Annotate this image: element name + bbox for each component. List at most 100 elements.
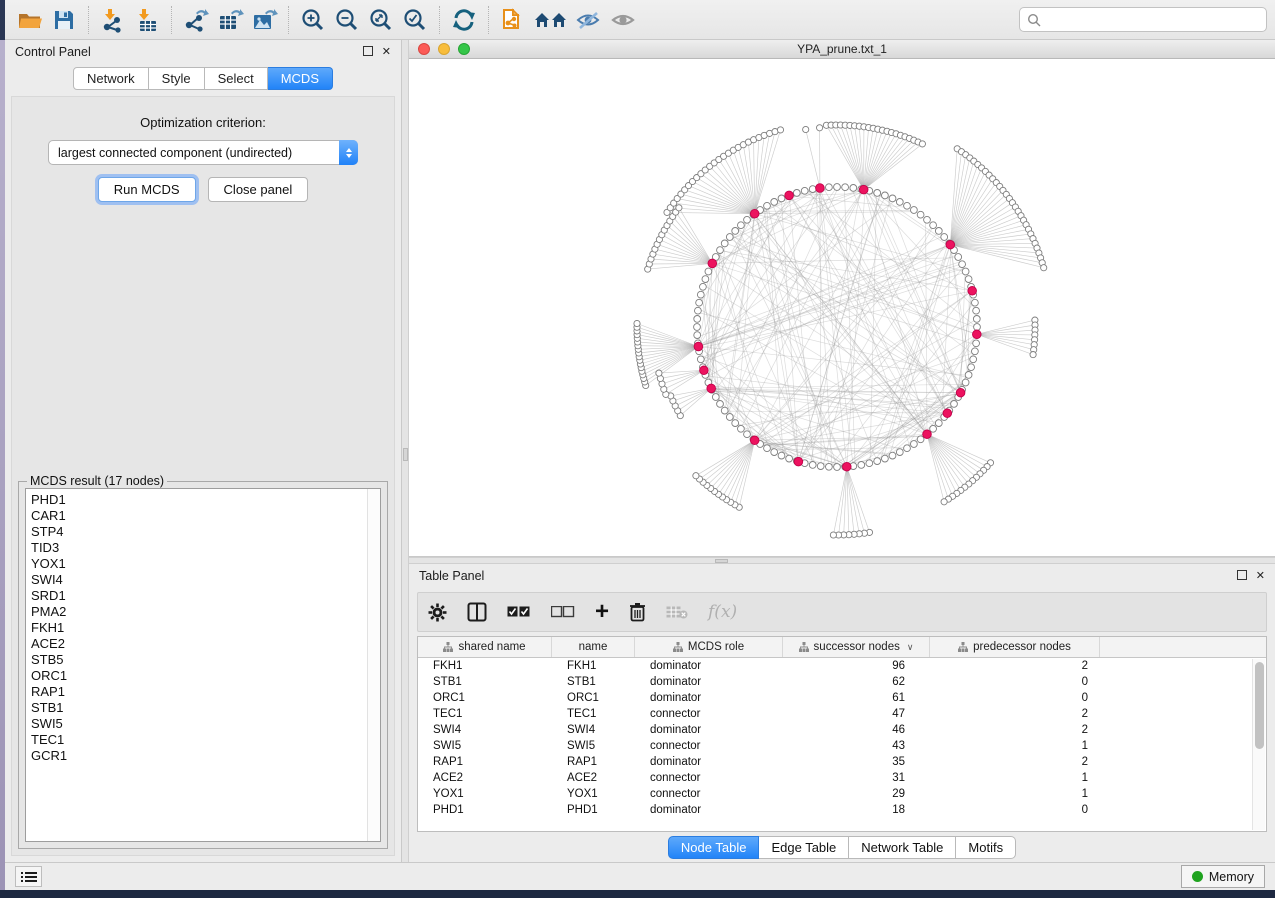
graph-node[interactable] xyxy=(973,316,980,323)
table-cell[interactable]: 1 xyxy=(930,788,1100,800)
table-row[interactable]: ORC1ORC1dominator610 xyxy=(418,690,1266,706)
table-cell[interactable]: RAP1 xyxy=(552,756,635,768)
tab-node-table[interactable]: Node Table xyxy=(668,836,760,859)
graph-node[interactable] xyxy=(697,356,704,363)
graph-node[interactable] xyxy=(911,207,918,214)
memory-button[interactable]: Memory xyxy=(1181,865,1265,888)
result-list-item[interactable]: CAR1 xyxy=(31,508,367,524)
graph-node[interactable] xyxy=(970,356,977,363)
graph-node[interactable] xyxy=(874,190,881,197)
table-row[interactable]: SWI4SWI4dominator462 xyxy=(418,722,1266,738)
graph-node[interactable] xyxy=(695,307,702,314)
result-list-item[interactable]: ORC1 xyxy=(31,668,367,684)
tab-network[interactable]: Network xyxy=(73,67,149,90)
table-cell[interactable]: FKH1 xyxy=(552,660,635,672)
graph-node[interactable] xyxy=(826,463,833,470)
graph-node[interactable] xyxy=(712,394,719,401)
graph-node[interactable] xyxy=(889,452,896,459)
task-history-button[interactable] xyxy=(15,866,42,887)
tab-mcds[interactable]: MCDS xyxy=(268,67,333,90)
graph-dominator-node[interactable] xyxy=(943,409,952,418)
graph-node[interactable] xyxy=(744,431,751,438)
graph-node[interactable] xyxy=(809,462,816,469)
graph-node[interactable] xyxy=(965,276,972,283)
graph-node[interactable] xyxy=(676,205,682,211)
result-list-item[interactable]: TID3 xyxy=(31,540,367,556)
graph-node[interactable] xyxy=(726,234,733,241)
function-builder-button[interactable]: f(x) xyxy=(708,599,737,625)
graph-node[interactable] xyxy=(826,184,833,191)
table-cell[interactable]: 0 xyxy=(930,692,1100,704)
splitter-handle[interactable] xyxy=(403,448,408,461)
table-cell[interactable]: ACE2 xyxy=(418,772,552,784)
graph-node[interactable] xyxy=(834,184,841,191)
graph-dominator-node[interactable] xyxy=(946,240,955,249)
graph-dominator-node[interactable] xyxy=(700,366,709,375)
graph-node[interactable] xyxy=(700,283,707,290)
graph-dominator-node[interactable] xyxy=(750,209,759,218)
graph-node[interactable] xyxy=(904,202,911,209)
graph-node[interactable] xyxy=(935,420,942,427)
table-cell[interactable]: SWI4 xyxy=(418,724,552,736)
graph-node[interactable] xyxy=(817,125,823,131)
graph-node[interactable] xyxy=(693,473,699,479)
table-cell[interactable]: dominator xyxy=(635,692,783,704)
table-cell[interactable]: connector xyxy=(635,740,783,752)
graph-node[interactable] xyxy=(917,211,924,218)
graph-node[interactable] xyxy=(1041,265,1047,271)
result-list-item[interactable]: STB1 xyxy=(31,700,367,716)
column-header-MCDS-role[interactable]: MCDS role xyxy=(635,637,783,657)
table-row[interactable]: TEC1TEC1connector472 xyxy=(418,706,1266,722)
run-mcds-button[interactable]: Run MCDS xyxy=(98,177,196,202)
table-cell[interactable]: STB1 xyxy=(418,676,552,688)
hide-selected-button[interactable] xyxy=(572,4,606,36)
graph-node[interactable] xyxy=(764,445,771,452)
graph-node[interactable] xyxy=(834,464,841,471)
tab-select[interactable]: Select xyxy=(205,67,268,90)
result-list-item[interactable]: YOX1 xyxy=(31,556,367,572)
optimization-criterion-select[interactable]: largest connected component (undirected) xyxy=(48,140,358,165)
table-cell[interactable]: connector xyxy=(635,772,783,784)
create-column-button[interactable]: + xyxy=(595,599,609,625)
zoom-out-button[interactable] xyxy=(330,4,364,36)
table-cell[interactable]: PHD1 xyxy=(418,804,552,816)
graph-dominator-node[interactable] xyxy=(859,185,868,194)
graph-node[interactable] xyxy=(717,247,724,254)
result-list-item[interactable]: RAP1 xyxy=(31,684,367,700)
graph-node[interactable] xyxy=(882,192,889,199)
table-row[interactable]: SWI5SWI5connector431 xyxy=(418,738,1266,754)
splitter-handle[interactable] xyxy=(715,559,728,563)
graph-dominator-node[interactable] xyxy=(794,457,803,466)
table-cell[interactable]: 2 xyxy=(930,708,1100,720)
graph-node[interactable] xyxy=(973,340,980,347)
horizontal-splitter[interactable] xyxy=(409,557,1275,564)
graph-node[interactable] xyxy=(904,445,911,452)
network-window-titlebar[interactable]: YPA_prune.txt_1 xyxy=(409,40,1275,59)
table-cell[interactable]: 2 xyxy=(930,724,1100,736)
result-list-item[interactable]: STP4 xyxy=(31,524,367,540)
show-all-button[interactable] xyxy=(606,4,640,36)
graph-node[interactable] xyxy=(732,228,739,235)
table-row[interactable]: FKH1FKH1dominator962 xyxy=(418,658,1266,674)
graph-node[interactable] xyxy=(764,202,771,209)
table-cell[interactable]: dominator xyxy=(635,676,783,688)
deselect-all-rows-button[interactable] xyxy=(551,599,575,625)
graph-dominator-node[interactable] xyxy=(785,191,794,200)
refresh-view-button[interactable] xyxy=(447,4,481,36)
vertical-splitter[interactable] xyxy=(401,40,409,862)
table-cell[interactable]: 47 xyxy=(783,708,930,720)
column-header-predecessor-nodes[interactable]: predecessor nodes xyxy=(930,637,1100,657)
graph-node[interactable] xyxy=(786,455,793,462)
graph-node[interactable] xyxy=(968,364,975,371)
graph-node[interactable] xyxy=(917,436,924,443)
graph-node[interactable] xyxy=(842,184,849,191)
zoom-fit-button[interactable] xyxy=(364,4,398,36)
table-cell[interactable]: SWI5 xyxy=(552,740,635,752)
first-neighbors-button[interactable] xyxy=(530,4,572,36)
graph-dominator-node[interactable] xyxy=(843,462,852,471)
scrollbar-thumb[interactable] xyxy=(1255,662,1264,749)
table-cell[interactable]: 61 xyxy=(783,692,930,704)
table-cell[interactable]: 96 xyxy=(783,660,930,672)
table-cell[interactable]: STB1 xyxy=(552,676,635,688)
duplicate-network-button[interactable] xyxy=(496,4,530,36)
